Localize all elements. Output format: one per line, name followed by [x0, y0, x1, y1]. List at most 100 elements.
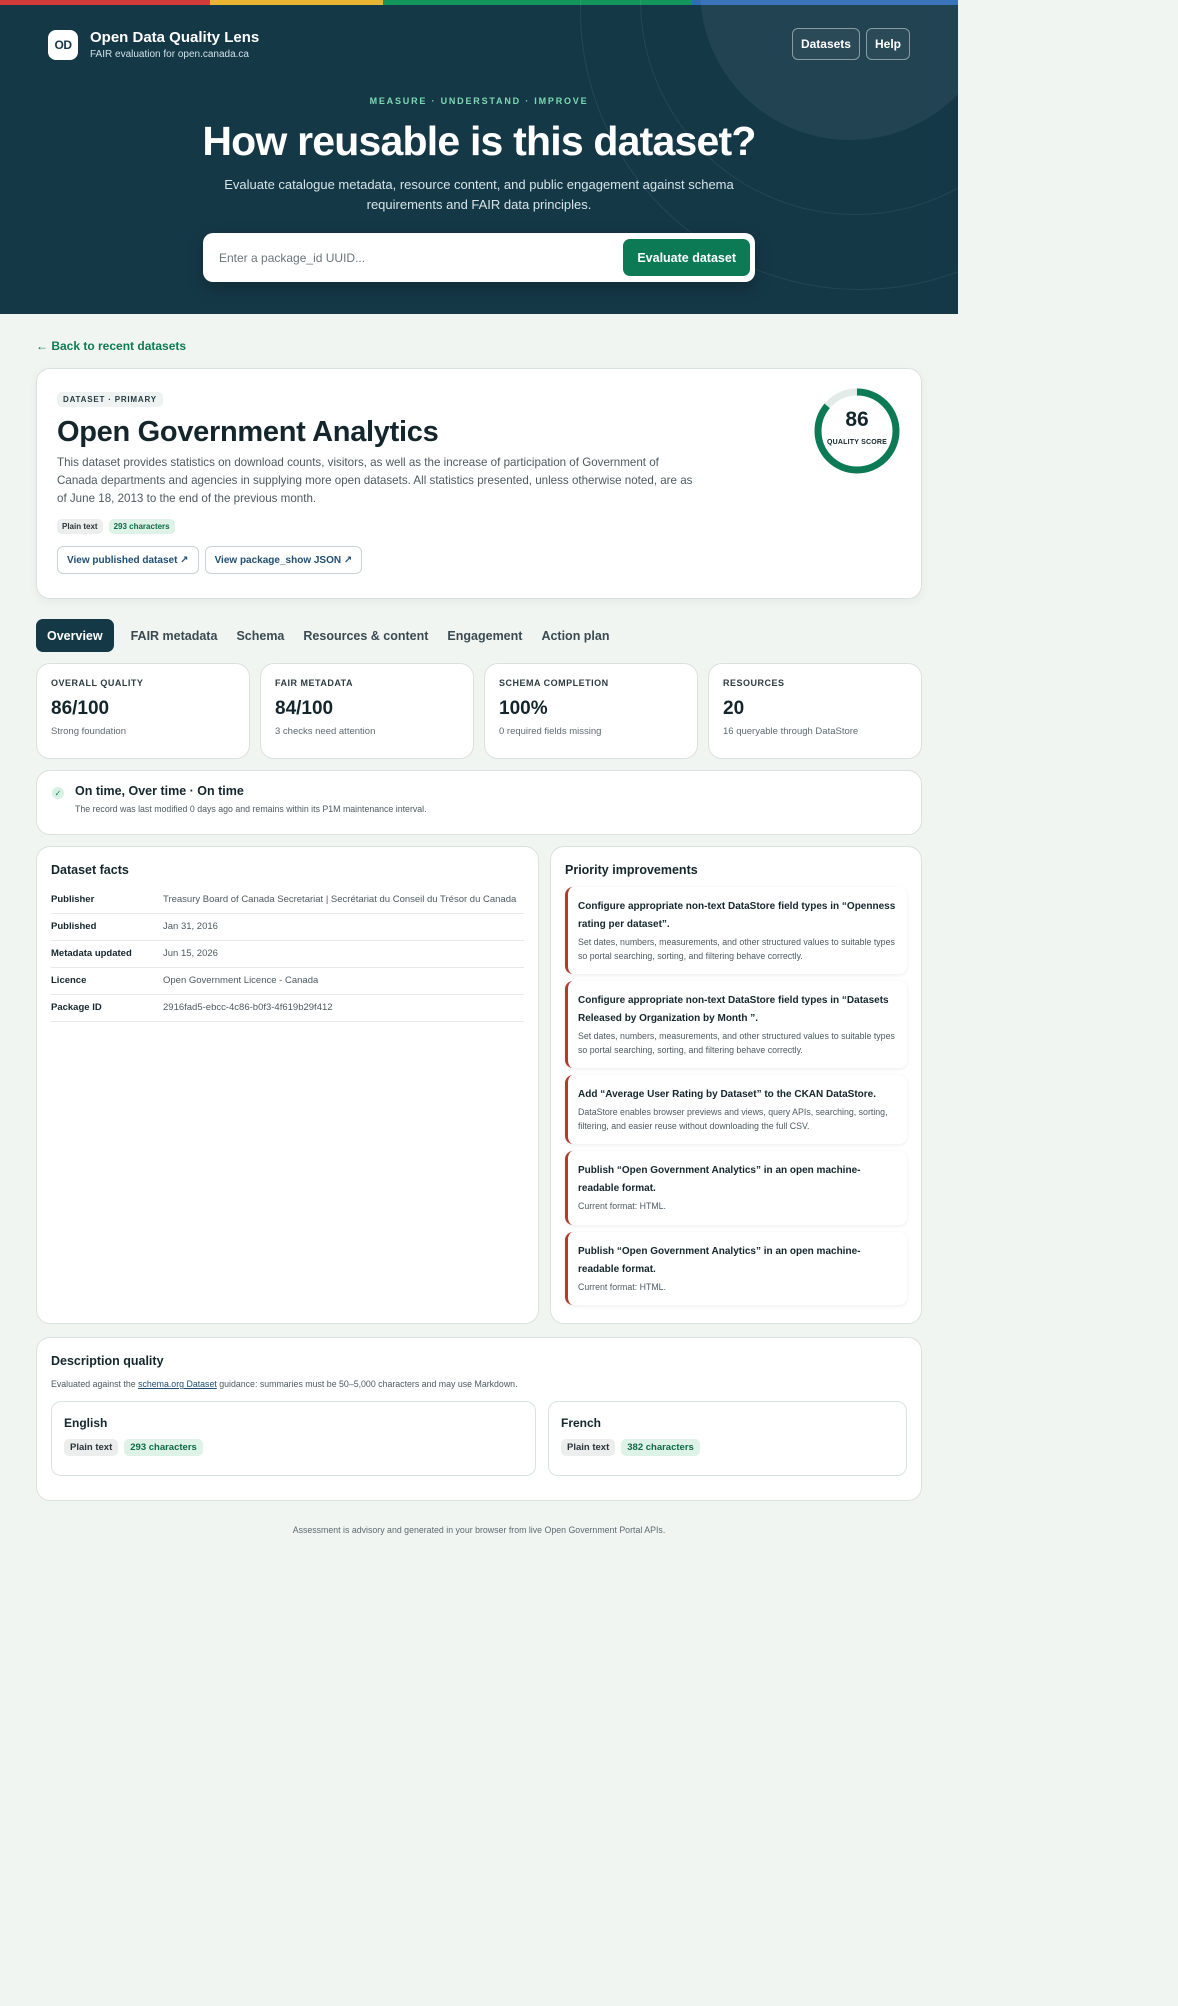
quality-score-gauge: 86 QUALITY SCORE [812, 386, 902, 476]
priority-improvements-panel: Priority improvements Configure appropri… [550, 846, 922, 1324]
view-published-dataset-link[interactable]: View published dataset ↗ [57, 546, 199, 574]
language-chips: Plain text 293 characters [64, 1439, 523, 1456]
english-description-card: English Plain text 293 characters [51, 1401, 536, 1476]
language-cards: English Plain text 293 characters French… [51, 1401, 907, 1476]
priority-body: Set dates, numbers, measurements, and ot… [578, 937, 895, 961]
hero-title: How reusable is this dataset? [202, 118, 756, 164]
length-chip: 293 characters [108, 519, 175, 534]
fact-value: Jan 31, 2016 [163, 921, 218, 932]
priority-body: Set dates, numbers, measurements, and ot… [578, 1031, 895, 1055]
fact-row: Published Jan 31, 2016 [51, 914, 524, 941]
metric-fair-metadata: FAIR METADATA 84/100 3 checks need atten… [260, 663, 474, 759]
metric-label: OVERALL QUALITY [51, 678, 144, 688]
priority-item: Publish “Open Government Analytics” in a… [565, 1231, 907, 1305]
fact-row: Publisher Treasury Board of Canada Secre… [51, 887, 524, 914]
tab-fair-metadata[interactable]: FAIR metadata [129, 619, 220, 652]
fact-row: Licence Open Government Licence - Canada [51, 968, 524, 995]
fact-value: 2916fad5-ebcc-4c86-b0f3-4f619b29f412 [163, 1002, 333, 1013]
priority-item: Add “Average User Rating by Dataset” to … [565, 1075, 907, 1144]
hero-eyebrow: MEASURE · UNDERSTAND · IMPROVE [369, 96, 589, 106]
dataset-description: This dataset provides statistics on down… [57, 456, 693, 505]
guidance-text: guidance: summaries must be 50–5,000 cha… [216, 1379, 518, 1389]
description-quality-guidance: Evaluated against the schema.org Dataset… [51, 1379, 907, 1389]
evaluate-dataset-button[interactable]: Evaluate dataset [623, 239, 750, 276]
priority-item: Configure appropriate non-text DataStore… [565, 981, 907, 1068]
language-name: English [64, 1416, 108, 1430]
dataset-type-label: DATASET · PRIMARY [57, 392, 163, 407]
language-name: French [561, 1416, 602, 1430]
french-description-card: French Plain text 382 characters [548, 1401, 907, 1476]
fact-key: Published [51, 921, 97, 932]
tab-overview[interactable]: Overview [36, 619, 114, 652]
fact-key: Publisher [51, 894, 95, 905]
metric-value: 20 [723, 698, 745, 719]
fact-value: Treasury Board of Canada Secretariat | S… [163, 894, 517, 905]
priority-title: Add “Average User Rating by Dataset” to … [578, 1089, 877, 1100]
stripe-red [0, 0, 210, 5]
metric-overall-quality: OVERALL QUALITY 86/100 Strong foundation [36, 663, 250, 759]
metric-subtext: Strong foundation [51, 726, 127, 737]
format-chip: Plain text [561, 1439, 616, 1456]
priority-item: Configure appropriate non-text DataStore… [565, 887, 907, 974]
metric-cards: OVERALL QUALITY 86/100 Strong foundation… [36, 663, 922, 759]
fact-row: Metadata updated Jun 15, 2026 [51, 941, 524, 968]
logo-icon: OD [48, 29, 78, 60]
priority-improvements-title: Priority improvements [565, 863, 698, 877]
dataset-title: Open Government Analytics [57, 416, 439, 448]
overview-columns: Dataset facts Publisher Treasury Board o… [36, 846, 922, 1324]
fact-row: Package ID 2916fad5-ebcc-4c86-b0f3-4f619… [51, 995, 524, 1022]
top-nav: Datasets Help [791, 28, 910, 60]
schema-org-dataset-link[interactable]: schema.org Dataset [138, 1379, 217, 1389]
metric-value: 84/100 [275, 698, 334, 719]
view-package-json-link[interactable]: View package_show JSON ↗ [204, 546, 363, 574]
priority-list: Configure appropriate non-text DataStore… [565, 887, 907, 1305]
brand-subtitle: FAIR evaluation for open.canada.ca [90, 49, 249, 60]
description-quality-title: Description quality [51, 1354, 164, 1368]
search-bar: Evaluate dataset [203, 233, 755, 282]
dataset-facts-panel: Dataset facts Publisher Treasury Board o… [36, 846, 539, 1324]
metric-label: SCHEMA COMPLETION [499, 678, 609, 688]
dataset-card: DATASET · PRIMARY Open Government Analyt… [36, 368, 922, 599]
brand-title: Open Data Quality Lens [90, 29, 260, 46]
fact-value: Open Government Licence - Canada [163, 975, 319, 986]
fact-key: Metadata updated [51, 948, 132, 959]
tab-action-plan[interactable]: Action plan [539, 619, 611, 652]
priority-item: Publish “Open Government Analytics” in a… [565, 1151, 907, 1225]
check-icon: ✓ [52, 787, 64, 799]
fact-key: Licence [51, 975, 87, 986]
help-nav-button[interactable]: Help [865, 28, 910, 60]
datasets-nav-button[interactable]: Datasets [791, 28, 860, 60]
tab-resources-content[interactable]: Resources & content [301, 619, 430, 652]
score-label: QUALITY SCORE [826, 439, 888, 446]
metric-schema-completion: SCHEMA COMPLETION 100% 0 required fields… [484, 663, 698, 759]
priority-title: Publish “Open Government Analytics” in a… [578, 1165, 861, 1194]
metric-subtext: 3 checks need attention [275, 726, 376, 737]
guidance-text: Evaluated against the [51, 1379, 139, 1389]
priority-title: Configure appropriate non-text DataStore… [578, 901, 896, 930]
package-id-input[interactable] [219, 250, 624, 265]
status-text: The record was last modified 0 days ago … [75, 804, 427, 814]
timeliness-status: ✓ On time, Over time · On time The recor… [36, 770, 922, 835]
priority-title: Publish “Open Government Analytics” in a… [578, 1245, 861, 1275]
format-chip: Plain text [57, 519, 103, 534]
fact-value: Jun 15, 2026 [163, 948, 218, 959]
language-chips: Plain text 382 characters [561, 1439, 894, 1456]
hero-description: Evaluate catalogue metadata, resource co… [224, 177, 734, 212]
metric-value: 100% [499, 698, 548, 719]
brand[interactable]: OD Open Data Quality Lens FAIR evaluatio… [48, 29, 259, 60]
metric-label: FAIR METADATA [275, 678, 353, 688]
dataset-facts-title: Dataset facts [51, 863, 129, 877]
priority-body: DataStore enables browser previews and v… [578, 1107, 888, 1131]
description-chips: Plain text 293 characters [57, 519, 901, 534]
back-to-recent-link[interactable]: ← Back to recent datasets [36, 339, 186, 353]
metric-resources: RESOURCES 20 16 queryable through DataSt… [708, 663, 922, 759]
tab-engagement[interactable]: Engagement [445, 619, 524, 652]
hero-header: OD Open Data Quality Lens FAIR evaluatio… [0, 0, 958, 314]
dataset-links: View published dataset ↗ View package_sh… [57, 546, 901, 574]
priority-body: Current format: HTML. [578, 1201, 666, 1211]
tab-schema[interactable]: Schema [234, 619, 286, 652]
stripe-yellow [210, 0, 383, 5]
format-chip: Plain text [64, 1439, 119, 1456]
fact-key: Package ID [51, 1002, 102, 1013]
metric-subtext: 0 required fields missing [499, 726, 602, 737]
